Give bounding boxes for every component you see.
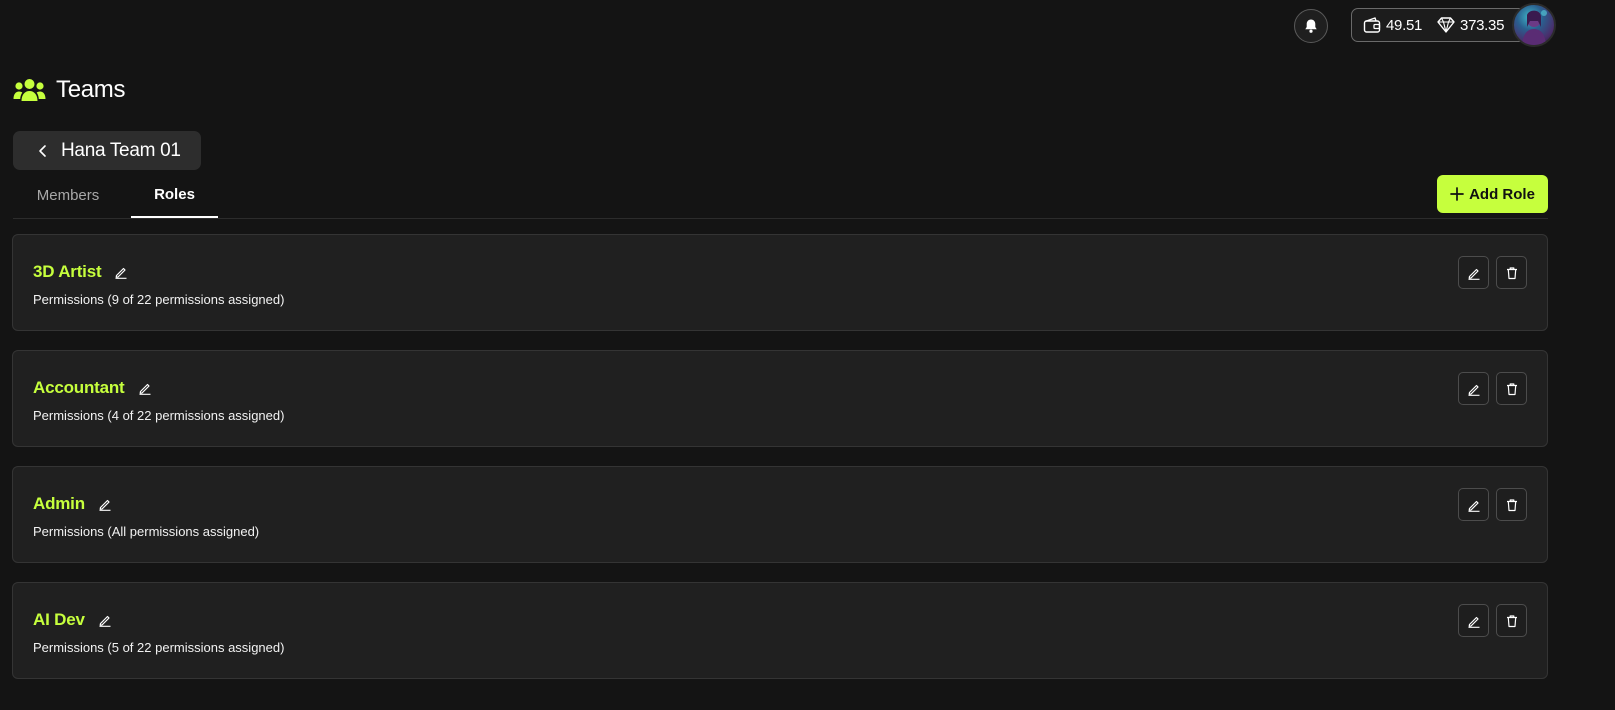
pencil-icon <box>1467 614 1481 628</box>
rename-role-pencil-icon[interactable] <box>98 613 112 627</box>
role-name: Accountant <box>33 378 125 397</box>
balance-widget[interactable]: 49.51 373.35 <box>1351 8 1531 42</box>
trash-icon <box>1505 614 1519 628</box>
rename-role-pencil-icon[interactable] <box>138 381 152 395</box>
rename-role-pencil-icon[interactable] <box>98 497 112 511</box>
team-name: Hana Team 01 <box>61 139 181 161</box>
user-avatar[interactable] <box>1512 3 1556 47</box>
role-card: AI Dev Permissions (5 of 22 permissions … <box>12 582 1548 679</box>
delete-role-button[interactable] <box>1496 372 1527 405</box>
role-name: Admin <box>33 494 85 513</box>
edit-role-button[interactable] <box>1458 256 1489 289</box>
role-permissions-summary: Permissions (9 of 22 permissions assigne… <box>33 292 285 307</box>
gem-balance: 373.35 <box>1460 16 1505 34</box>
delete-role-button[interactable] <box>1496 604 1527 637</box>
role-name: 3D Artist <box>33 262 102 281</box>
pencil-icon <box>1467 266 1481 280</box>
role-card: 3D Artist Permissions (9 of 22 permissio… <box>12 234 1548 331</box>
users-icon <box>13 77 46 103</box>
role-permissions-summary: Permissions (5 of 22 permissions assigne… <box>33 640 285 655</box>
role-permissions-summary: Permissions (4 of 22 permissions assigne… <box>33 408 285 423</box>
role-card: Admin Permissions (All permissions assig… <box>12 466 1548 563</box>
tab-members[interactable]: Members <box>13 172 123 218</box>
delete-role-button[interactable] <box>1496 256 1527 289</box>
chevron-left-icon <box>37 144 49 158</box>
plus-icon <box>1450 187 1464 201</box>
page-header: Teams <box>13 76 126 104</box>
team-tabs: Members Roles <box>13 172 1548 219</box>
diamond-icon <box>1436 16 1456 34</box>
rename-role-pencil-icon[interactable] <box>114 265 128 279</box>
delete-role-button[interactable] <box>1496 488 1527 521</box>
tab-roles[interactable]: Roles <box>131 172 218 218</box>
pencil-icon <box>1467 382 1481 396</box>
teams-page: 49.51 373.35 Teams Hana Team 01 Members … <box>0 0 1615 710</box>
add-role-button[interactable]: Add Role <box>1437 175 1548 213</box>
edit-role-button[interactable] <box>1458 604 1489 637</box>
edit-role-button[interactable] <box>1458 372 1489 405</box>
notifications-button[interactable] <box>1294 9 1328 43</box>
page-title: Teams <box>56 76 126 103</box>
role-list: 3D Artist Permissions (9 of 22 permissio… <box>12 234 1548 698</box>
trash-icon <box>1505 382 1519 396</box>
role-name: AI Dev <box>33 610 85 629</box>
wallet-balance: 49.51 <box>1386 16 1423 34</box>
trash-icon <box>1505 498 1519 512</box>
bell-icon <box>1303 18 1319 34</box>
back-to-team-button[interactable]: Hana Team 01 <box>13 131 201 170</box>
trash-icon <box>1505 266 1519 280</box>
edit-role-button[interactable] <box>1458 488 1489 521</box>
role-card: Accountant Permissions (4 of 22 permissi… <box>12 350 1548 447</box>
wallet-icon <box>1362 15 1382 35</box>
add-role-label: Add Role <box>1469 185 1535 203</box>
avatar-image <box>1522 10 1547 45</box>
pencil-icon <box>1467 498 1481 512</box>
role-permissions-summary: Permissions (All permissions assigned) <box>33 524 260 539</box>
